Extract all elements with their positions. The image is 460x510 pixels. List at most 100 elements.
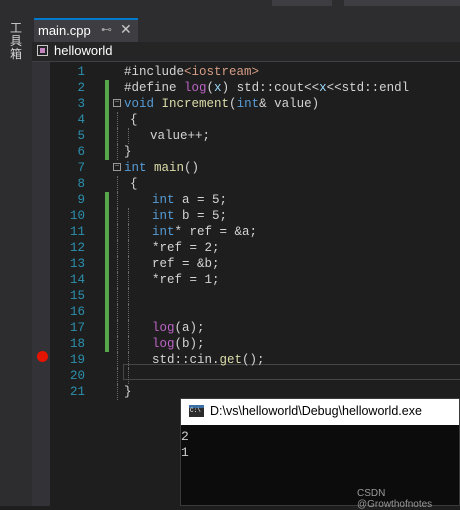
line-number: 4 [77,113,85,127]
code-line[interactable]: 2 #define log(x) std::cout<<x<<std::endl [50,80,460,96]
code-line[interactable]: 1 #include<iostream> [50,64,460,80]
line-code: log(a); [152,321,205,335]
toolbox-label[interactable]: 工具箱 [9,22,23,61]
indent-guide [128,320,129,336]
indent-guide [117,224,118,240]
indent-guide [128,256,129,272]
console-titlebar[interactable]: D:\vs\helloworld\Debug\helloworld.exe [181,399,459,425]
project-dropdown[interactable]: helloworld [54,43,113,58]
indent-guide [128,304,129,320]
indent-guide [128,352,129,368]
tab-title: main.cpp [38,23,91,38]
code-line[interactable]: 8{ [50,176,460,192]
indent-guide [117,144,118,160]
change-indicator [105,96,109,112]
line-number: 3 [77,97,85,111]
console-output-line: 1 [181,445,189,460]
change-indicator [105,128,109,144]
indent-guide [117,384,118,400]
watermark: CSDN @Growthofnotes [357,488,433,510]
line-number: 6 [77,145,85,159]
code-line[interactable]: 9 int a = 5; [50,192,460,208]
collapse-icon[interactable]: − [113,163,121,171]
line-number: 20 [69,369,85,383]
line-code: *ref = 2; [152,241,220,255]
change-indicator [105,208,109,224]
line-number: 7 [77,161,85,175]
toolbar-segment [272,0,332,6]
indent-guide [128,368,129,384]
line-code: { [130,113,138,127]
line-code: ref = &b; [152,257,220,271]
navigation-bar: helloworld [32,42,460,62]
indent-guide [128,240,129,256]
line-code: int main() [124,161,200,175]
line-number: 9 [77,193,85,207]
change-indicator [105,256,109,272]
line-code: log(b); [152,337,205,351]
indent-guide [117,176,118,192]
line-code: std::cin.get(); [152,353,265,367]
line-number: 15 [69,289,85,303]
change-indicator [105,192,109,208]
close-icon[interactable]: ✕ [120,21,132,38]
code-line[interactable]: 12 *ref = 2; [50,240,460,256]
indicator-margin[interactable] [32,62,50,506]
change-indicator [105,224,109,240]
line-number: 16 [69,305,85,319]
indent-guide [128,272,129,288]
line-number: 5 [77,129,85,143]
line-code: void Increment(int& value) [124,97,320,111]
line-number: 21 [69,385,85,399]
line-number: 2 [77,81,85,95]
indent-guide [117,368,118,384]
pin-icon[interactable]: ⊷ [101,23,112,36]
breakpoint-icon[interactable] [37,351,48,362]
line-number: 1 [77,65,85,79]
code-line[interactable]: 15 [50,288,460,304]
code-line[interactable]: 20 [50,368,460,384]
line-number: 13 [69,257,85,271]
code-line[interactable]: 10 int b = 5; [50,208,460,224]
indent-guide [117,320,118,336]
toolbar-segment [344,0,460,6]
indent-guide [117,208,118,224]
line-number: 17 [69,321,85,335]
indent-guide [128,208,129,224]
collapse-icon[interactable]: − [113,99,121,107]
code-line[interactable]: 18 log(b); [50,336,460,352]
indent-guide [117,304,118,320]
line-code: } [124,385,132,399]
indent-guide [117,336,118,352]
code-line[interactable]: 4{ [50,112,460,128]
line-code: } [124,145,132,159]
line-code: value++; [150,129,211,143]
code-line[interactable]: 7 − int main() [50,160,460,176]
toolbox-strip: 工具箱 [0,0,32,506]
indent-guide [128,336,129,352]
code-line[interactable]: 3 − void Increment(int& value) [50,96,460,112]
change-indicator [105,336,109,352]
code-line[interactable]: 16 [50,304,460,320]
change-indicator [105,80,109,96]
top-toolbar [32,0,460,16]
code-line[interactable]: 11 int* ref = &a; [50,224,460,240]
indent-guide [117,352,118,368]
line-code: { [130,177,138,191]
console-output-line: 2 [181,429,189,444]
line-number: 10 [69,209,85,223]
change-indicator [105,288,109,304]
indent-guide [117,112,118,128]
code-line[interactable]: 14 *ref = 1; [50,272,460,288]
change-indicator [105,144,109,160]
tab-main-cpp[interactable]: main.cpp ⊷ ✕ [34,18,138,42]
code-line[interactable]: 19 std::cin.get(); [50,352,460,368]
console-app-icon [189,405,204,417]
indent-guide [128,128,129,144]
code-line[interactable]: 17 log(a); [50,320,460,336]
tab-bar: main.cpp ⊷ ✕ [32,16,460,42]
code-line[interactable]: 5 value++; [50,128,460,144]
cpp-project-icon [37,45,48,56]
code-line[interactable]: 13 ref = &b; [50,256,460,272]
code-line[interactable]: 6} [50,144,460,160]
